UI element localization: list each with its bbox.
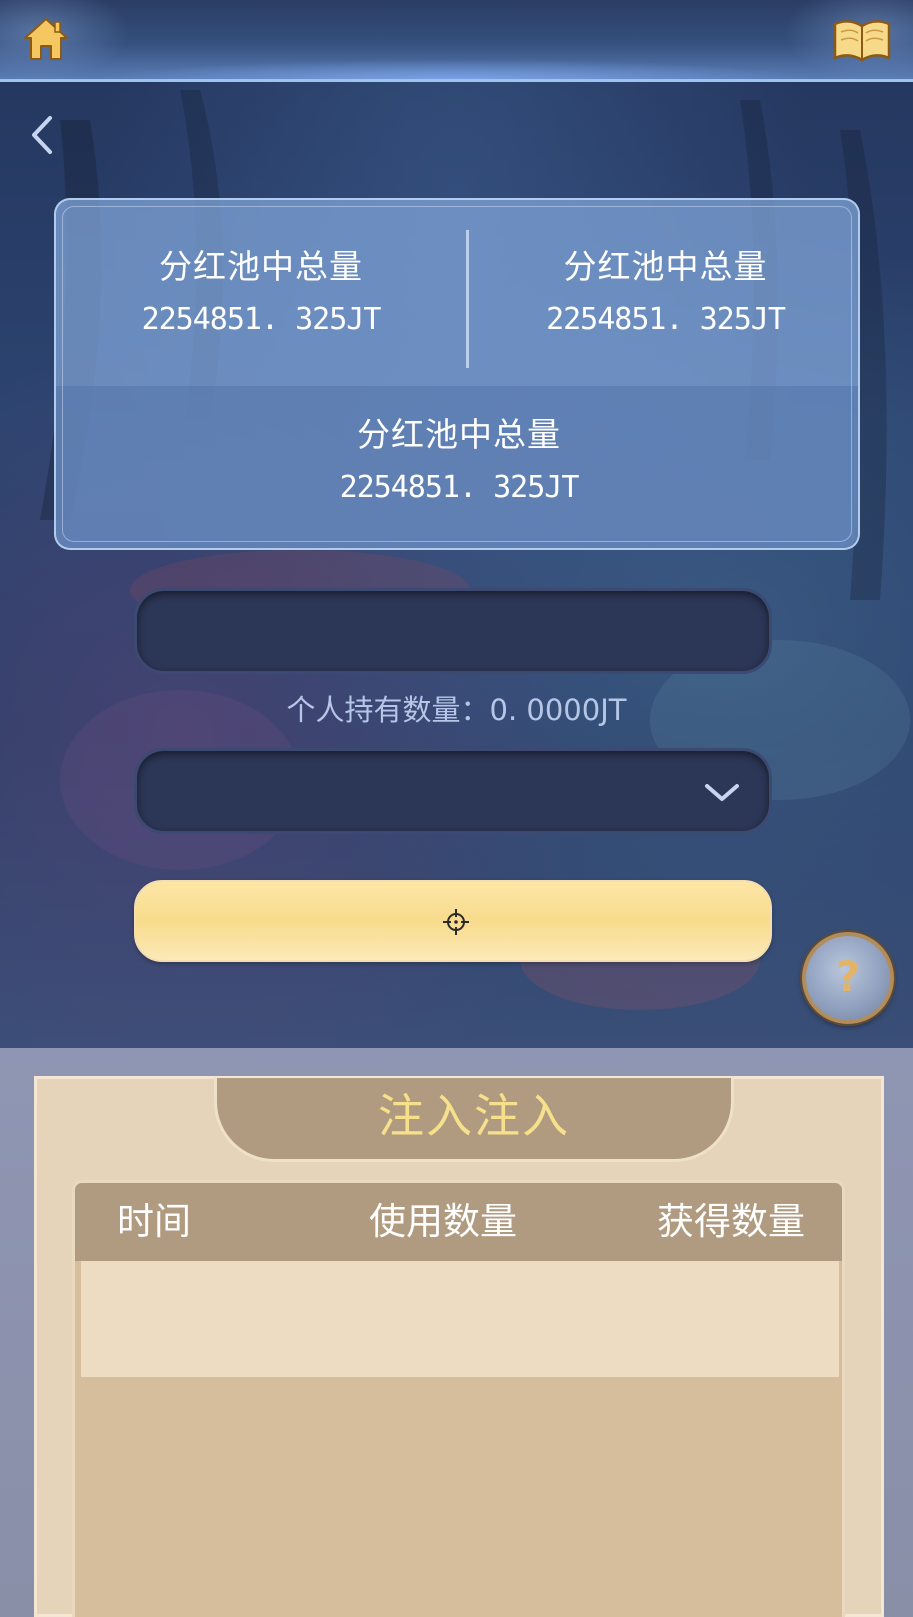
confirm-button[interactable] bbox=[134, 880, 772, 962]
chevron-left-icon bbox=[32, 116, 52, 154]
option-select[interactable] bbox=[134, 748, 772, 834]
chevron-down-icon bbox=[705, 784, 739, 801]
stat-pool-total-1: 分红池中总量 2254851. 325JT bbox=[56, 246, 466, 342]
home-icon bbox=[24, 18, 68, 60]
help-button[interactable]: ? bbox=[802, 932, 894, 1024]
table-header: 时间 使用数量 获得数量 bbox=[75, 1183, 842, 1261]
holding-amount-text: 个人持有数量：0. 0000JT bbox=[286, 693, 627, 727]
stat-label: 分红池中总量 bbox=[357, 415, 561, 454]
book-icon bbox=[833, 20, 891, 62]
top-bar bbox=[0, 0, 913, 82]
column-header-time: 时间 bbox=[117, 1200, 191, 1243]
records-title: 注入注入 bbox=[378, 1089, 570, 1143]
home-button[interactable] bbox=[22, 16, 70, 62]
stat-label: 分红池中总量 bbox=[563, 247, 768, 286]
stats-top-row: 分红池中总量 2254851. 325JT 分红池中总量 2254851. 32… bbox=[56, 200, 858, 386]
stat-value: 2254851. 325JT bbox=[339, 470, 580, 505]
top-bar-glow bbox=[100, 59, 813, 79]
crosshair-icon bbox=[443, 909, 469, 935]
back-button[interactable] bbox=[26, 112, 58, 158]
table-row bbox=[81, 1261, 839, 1377]
column-header-received-amount: 获得数量 bbox=[657, 1200, 805, 1243]
stat-value: 2254851. 325JT bbox=[141, 302, 382, 337]
dividend-pool-card: 分红池中总量 2254851. 325JT 分红池中总量 2254851. 32… bbox=[54, 198, 860, 550]
stat-pool-total-2: 分红池中总量 2254851. 325JT bbox=[469, 246, 858, 342]
column-header-used-amount: 使用数量 bbox=[369, 1200, 517, 1243]
stat-value: 2254851. 325JT bbox=[546, 302, 786, 337]
records-table: 时间 使用数量 获得数量 bbox=[72, 1180, 845, 1617]
question-mark-icon: ? bbox=[835, 952, 861, 1001]
stat-pool-total-3: 分红池中总量 2254851. 325JT bbox=[56, 414, 858, 510]
guide-book-button[interactable] bbox=[831, 16, 893, 64]
stat-label: 分红池中总量 bbox=[159, 247, 363, 286]
amount-input[interactable] bbox=[134, 588, 772, 674]
